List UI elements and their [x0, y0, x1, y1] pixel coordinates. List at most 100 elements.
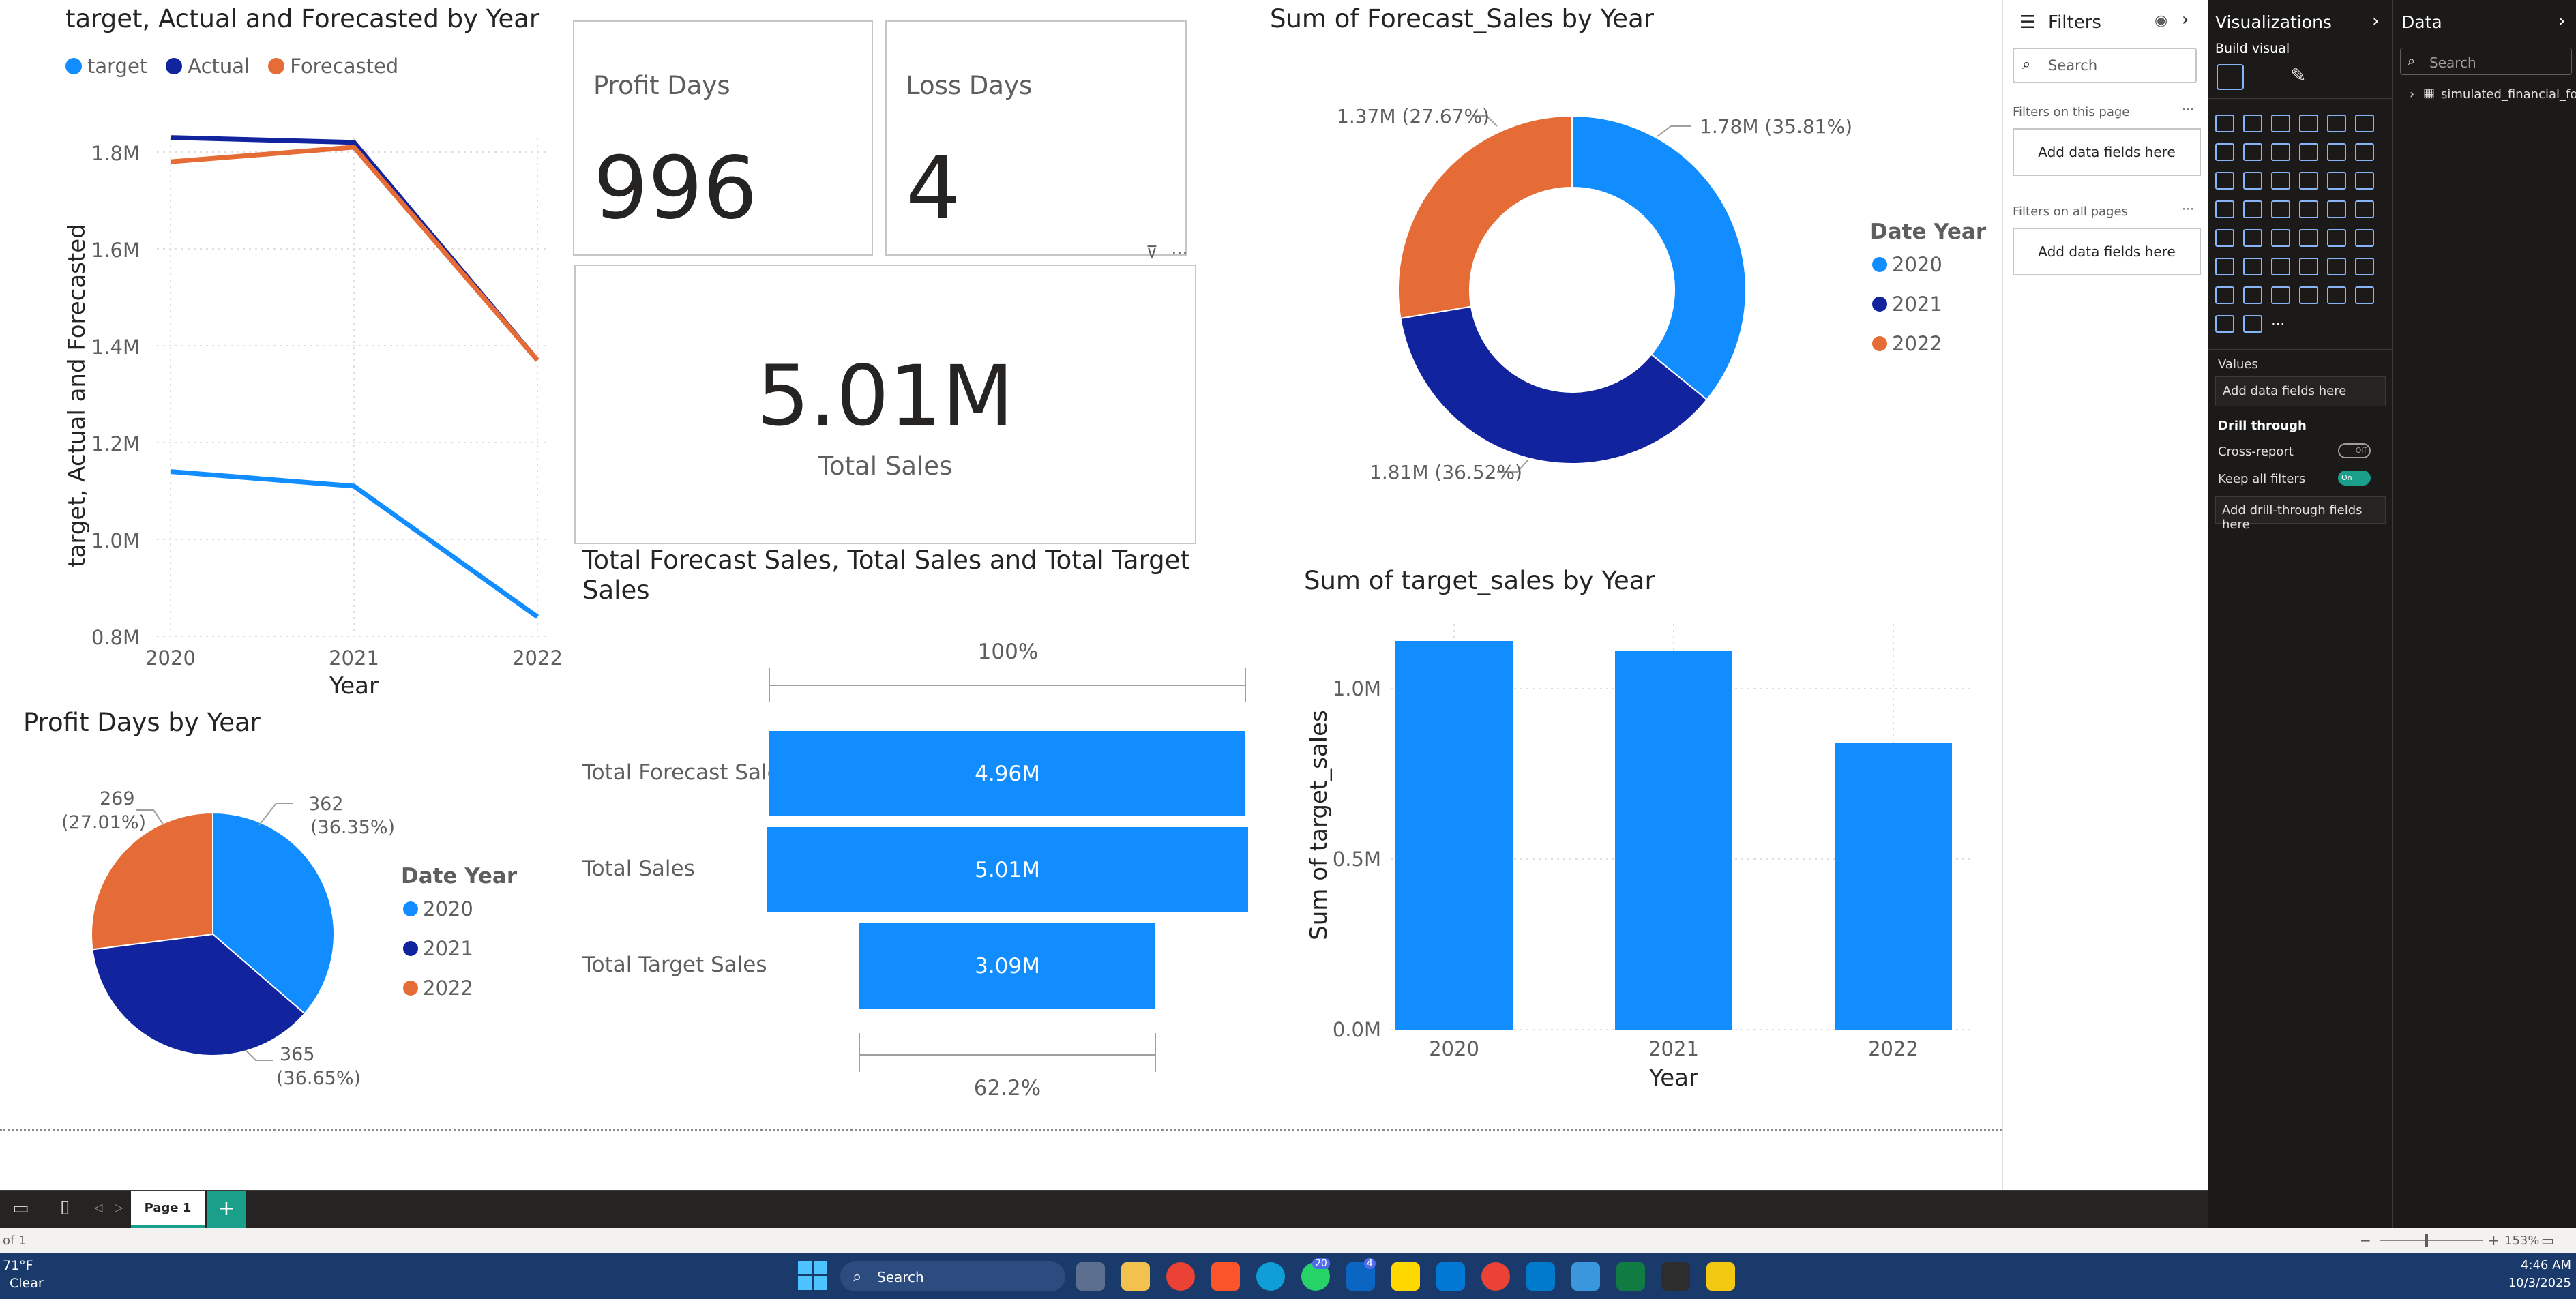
weather-temp[interactable]: 71°F	[3, 1258, 33, 1273]
chrome-profile-icon[interactable]	[1481, 1262, 1510, 1291]
edge-icon[interactable]	[1256, 1262, 1285, 1291]
table-icon[interactable]	[2299, 229, 2318, 247]
100-column-icon[interactable]	[2355, 115, 2374, 132]
paginated-icon[interactable]	[2215, 286, 2234, 304]
funnel-bar[interactable]: 4.96M	[769, 731, 1245, 816]
stacked-column-icon[interactable]	[2243, 115, 2262, 132]
add-page-button[interactable]: +	[207, 1191, 246, 1228]
funnel-bar[interactable]: 5.01M	[767, 827, 1248, 912]
next-page-icon[interactable]: ▷	[115, 1201, 123, 1214]
azure-map-icon[interactable]	[2299, 200, 2318, 218]
clustered-column-icon[interactable]	[2299, 115, 2318, 132]
desktop-view-icon[interactable]: ▭	[12, 1198, 29, 1219]
sticky-notes-icon[interactable]	[1391, 1262, 1420, 1291]
python-visual-icon[interactable]	[2215, 258, 2234, 275]
donut-chart-plot[interactable]: 1.78M (35.81%) 1.81M (36.52%) 1.37M (27.…	[1269, 41, 1992, 518]
add-page-filter-well[interactable]: Add data fields here	[2013, 128, 2201, 176]
gauge-icon[interactable]	[2327, 200, 2346, 218]
legend-label[interactable]: 2021	[1892, 293, 1942, 316]
multirow-card-icon[interactable]	[2215, 229, 2234, 247]
taskbar-search[interactable]: ⌕ Search	[840, 1261, 1065, 1291]
narrative-icon[interactable]	[2327, 258, 2346, 275]
map-icon[interactable]	[2243, 200, 2262, 218]
more-options-icon[interactable]: ⋯	[2182, 202, 2194, 216]
donut-icon[interactable]	[2355, 172, 2374, 190]
visual-header-icons[interactable]: ⊽ ⋯	[1146, 243, 1191, 262]
eye-icon[interactable]: ◉	[2155, 12, 2167, 29]
ribbon-icon[interactable]	[2215, 172, 2234, 190]
terminal-icon[interactable]	[1661, 1262, 1690, 1291]
line-chart-icon[interactable]	[2215, 143, 2234, 161]
windows-start-icon[interactable]	[798, 1261, 828, 1291]
task-view-icon[interactable]	[1076, 1262, 1105, 1291]
power-bi-icon[interactable]	[1706, 1262, 1735, 1291]
power-apps-icon[interactable]	[2243, 286, 2262, 304]
legend-label[interactable]: 2022	[423, 976, 473, 1000]
bar-2021[interactable]	[1615, 651, 1732, 1030]
stacked-bar-icon[interactable]	[2215, 115, 2234, 132]
filters-search-input[interactable]: ⌕ Search	[2013, 48, 2197, 83]
more-visuals-icon[interactable]: ⋯	[2271, 315, 2290, 333]
bar-chart-plot[interactable]: 0.0M 0.5M 1.0M 2020 2021 2022 Year Sum o…	[1296, 614, 1985, 1105]
slicer-icon[interactable]	[2271, 229, 2290, 247]
100-bar-icon[interactable]	[2327, 115, 2346, 132]
chrome-icon[interactable]	[1166, 1262, 1195, 1291]
legend-label[interactable]: 2020	[423, 897, 473, 921]
shape-map-icon[interactable]	[2299, 286, 2318, 304]
prev-page-icon[interactable]: ◁	[94, 1201, 102, 1214]
clock-time[interactable]: 4:46 AM	[2496, 1258, 2571, 1272]
legend-item-forecasted[interactable]: Forecasted	[268, 55, 398, 78]
scatter-icon[interactable]	[2299, 172, 2318, 190]
legend-label[interactable]: 2022	[1892, 332, 1942, 355]
filled-map-icon[interactable]	[2271, 200, 2290, 218]
vscode-icon[interactable]	[1526, 1262, 1555, 1291]
profit-days-card[interactable]: Profit Days 996	[573, 20, 873, 256]
total-sales-card[interactable]: 5.01M Total Sales	[574, 265, 1196, 544]
100-area-icon[interactable]	[2299, 143, 2318, 161]
weather-condition[interactable]: Clear	[10, 1276, 44, 1291]
line-chart-plot[interactable]: 2020 2021 2022 0.8M 1.0M 1.2M 1.4M 1.6M …	[0, 89, 573, 702]
outlook-icon[interactable]	[1436, 1262, 1465, 1291]
notepad-icon[interactable]	[1571, 1262, 1600, 1291]
loss-days-card[interactable]: Loss Days 4	[885, 20, 1187, 256]
zoom-slider-thumb[interactable]	[2425, 1234, 2428, 1247]
drill-through-well[interactable]: Add drill-through fields here	[2215, 496, 2386, 532]
power-automate-icon[interactable]	[2271, 286, 2290, 304]
arcgis-icon[interactable]	[2327, 286, 2346, 304]
data-table-item[interactable]: simulated_financial_fo...	[2441, 87, 2576, 102]
key-influencers-icon[interactable]	[2243, 258, 2262, 275]
r-visual-icon[interactable]	[2355, 229, 2374, 247]
zoom-in-icon[interactable]: +	[2488, 1232, 2500, 1249]
funnel-icon[interactable]	[2271, 172, 2290, 190]
file-explorer-icon[interactable]	[1121, 1262, 1150, 1291]
decomposition-tree-icon[interactable]	[2271, 258, 2290, 275]
treemap-icon[interactable]	[2215, 200, 2234, 218]
expand-icon[interactable]: ›	[2410, 87, 2414, 102]
format-visual-icon[interactable]: ✎	[2285, 64, 2312, 90]
zoom-slider[interactable]	[2380, 1240, 2483, 1241]
power-apps-alt-icon[interactable]	[2215, 315, 2234, 333]
data-search-input[interactable]: ⌕ Search	[2400, 48, 2572, 75]
tab-page-1[interactable]: Page 1	[131, 1191, 205, 1228]
stacked-area-icon[interactable]	[2271, 143, 2290, 161]
more-options-icon[interactable]: ⋯	[2182, 102, 2194, 117]
collapse-icon[interactable]: ›	[2558, 11, 2565, 31]
collapse-icon[interactable]: ›	[2372, 11, 2379, 31]
legend-item-actual[interactable]: Actual	[166, 55, 250, 78]
values-well[interactable]: Add data fields here	[2215, 376, 2386, 406]
pie-icon[interactable]	[2327, 172, 2346, 190]
legend-item-target[interactable]: target	[65, 55, 147, 78]
matrix-icon[interactable]	[2327, 229, 2346, 247]
bar-2022[interactable]	[1835, 743, 1952, 1030]
legend-label[interactable]: 2021	[423, 937, 473, 960]
collapse-icon[interactable]: ›	[2182, 10, 2189, 30]
legend-label[interactable]: 2020	[1892, 253, 1942, 276]
clock-date[interactable]: 10/3/2025	[2496, 1276, 2571, 1290]
build-visual-icon[interactable]	[2217, 64, 2244, 90]
waterfall-icon[interactable]	[2243, 172, 2262, 190]
excel-icon[interactable]	[1616, 1262, 1645, 1291]
clustered-bar-icon[interactable]	[2271, 115, 2290, 132]
add-all-pages-filter-well[interactable]: Add data fields here	[2013, 228, 2201, 275]
mobile-view-icon[interactable]: ▯	[60, 1197, 70, 1217]
line-column-icon[interactable]	[2327, 143, 2346, 161]
